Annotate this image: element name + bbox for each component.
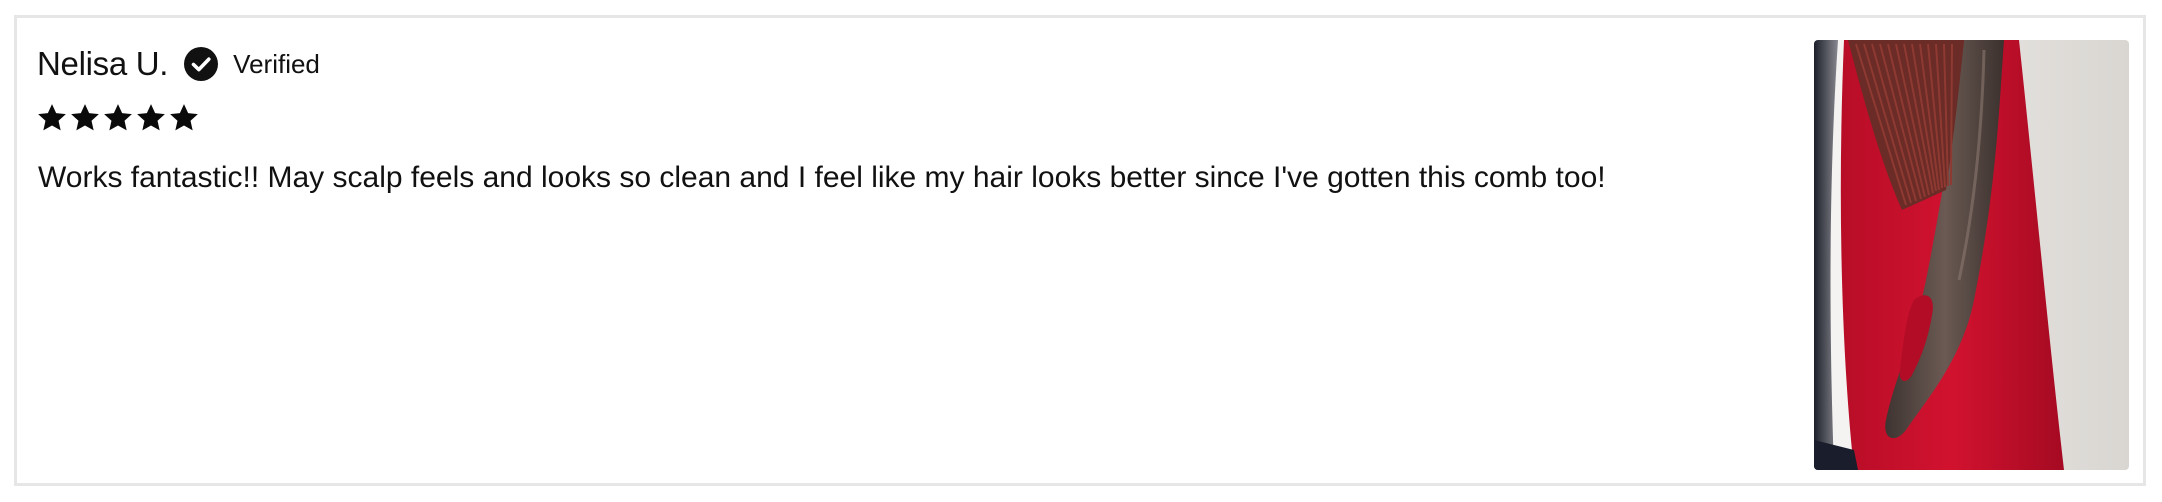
star-filled-icon [168, 102, 200, 134]
star-filled-icon [135, 102, 167, 134]
reviewer-name: Nelisa U. [37, 45, 169, 82]
star-filled-icon [36, 102, 68, 134]
review-photo[interactable] [1814, 40, 2129, 470]
reviewer-header: Nelisa U. Verified [37, 40, 320, 88]
verified-badge: Verified [233, 48, 320, 79]
check-circle-icon [184, 47, 219, 81]
review-text: Works fantastic!! May scalp feels and lo… [38, 161, 1606, 194]
star-rating [36, 102, 200, 134]
star-filled-icon [102, 102, 134, 134]
review-card: Nelisa U. Verified Works fantastic!! May… [14, 15, 2146, 486]
star-filled-icon [69, 102, 101, 134]
